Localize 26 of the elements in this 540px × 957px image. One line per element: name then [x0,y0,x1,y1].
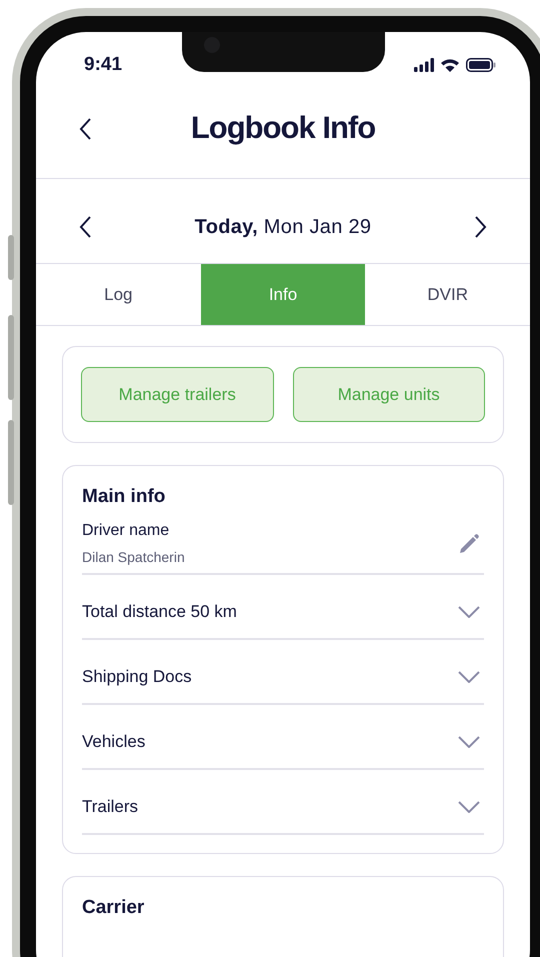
field-label: Driver name [82,522,170,540]
row-label: Trailers [82,796,138,816]
back-icon[interactable] [78,117,92,141]
expandable-row[interactable]: Total distance 50 km [82,575,484,640]
chevron-down-icon[interactable] [458,800,480,812]
wifi-icon [440,58,460,72]
next-day-icon[interactable] [474,215,488,239]
status-time: 9:41 [84,54,122,76]
edit-pencil-icon[interactable] [458,532,480,554]
card-title: Carrier [82,897,146,919]
expandable-row[interactable]: Trailers [82,770,484,835]
battery-icon [466,58,496,72]
page-title: Logbook Info [190,110,376,146]
field-value: Dilan Spatcherin [82,549,185,565]
signal-icon [414,58,434,72]
previous-day-icon[interactable] [78,215,92,239]
chevron-down-icon[interactable] [458,606,480,618]
row-label: Total distance 50 km [82,602,237,622]
row-label: Shipping Docs [82,666,192,686]
chevron-down-icon[interactable] [458,670,480,682]
card-title: Main info [82,486,166,508]
date-label: Today, Mon Jan 29 [194,216,372,238]
chevron-down-icon[interactable] [458,736,480,748]
row-label: Vehicles [82,732,146,752]
expandable-row[interactable]: Shipping Docs [82,640,484,705]
expandable-row[interactable]: Vehicles [82,705,484,770]
